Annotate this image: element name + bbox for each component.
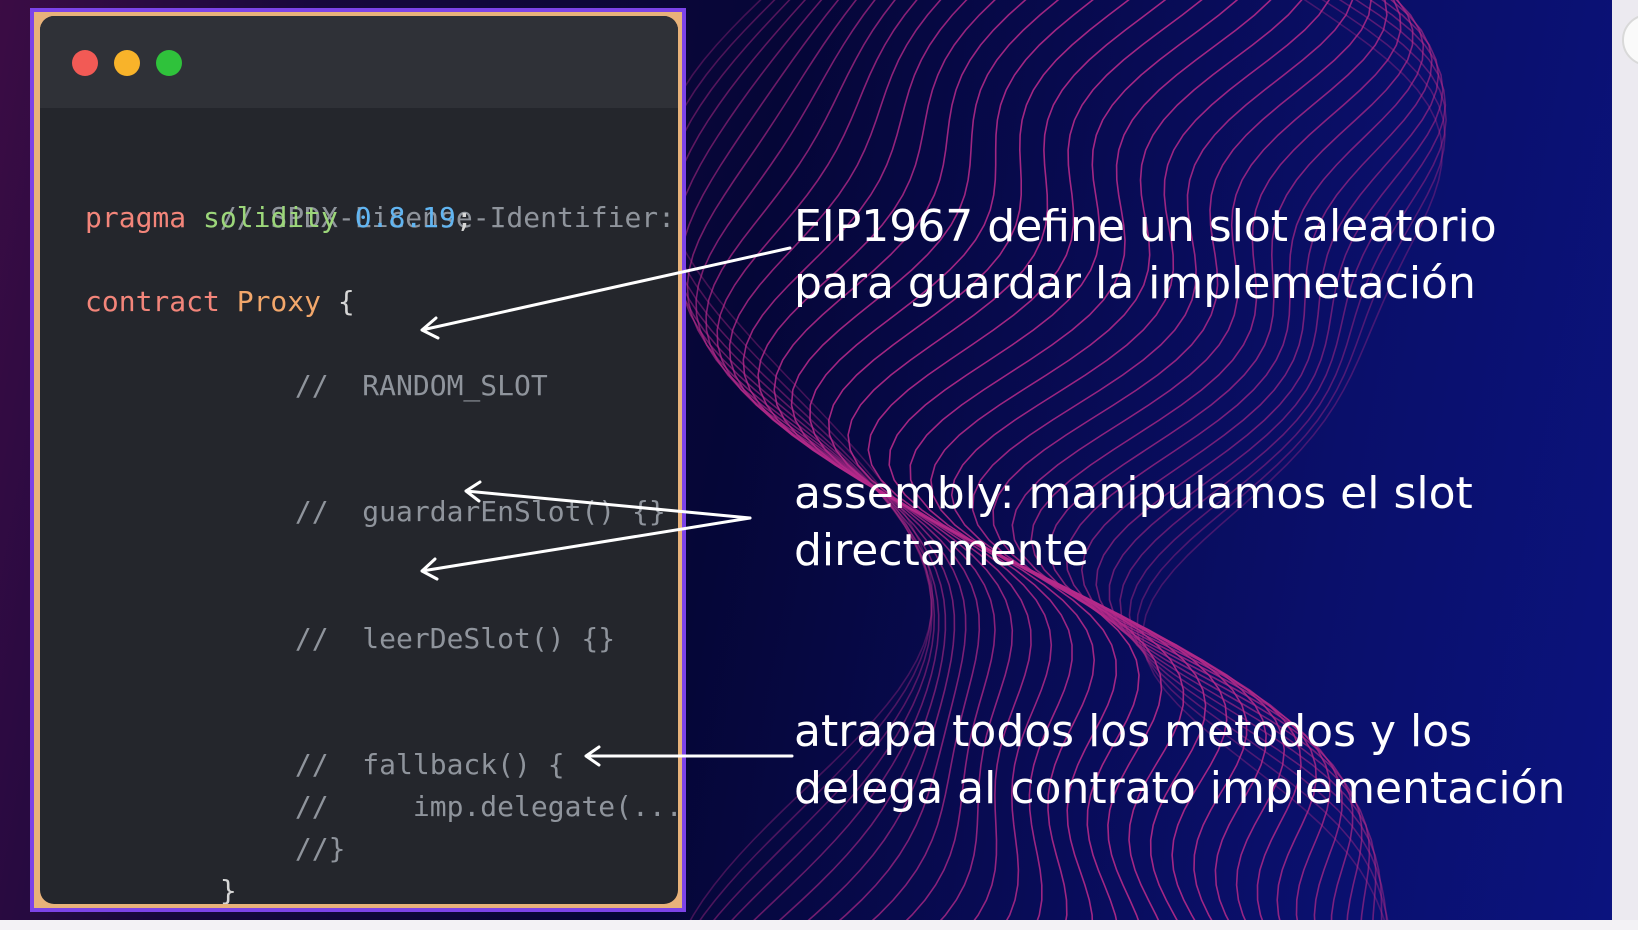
side-control-button[interactable]: [1622, 14, 1638, 66]
presentation-slide: // SPDX-License-Identifier: MIT pragma s…: [0, 0, 1612, 920]
arrow-random-slot: [420, 246, 792, 340]
annotation-eip1967-line-1: EIP1967 define un slot aleatorio: [794, 201, 1497, 252]
annotation-fallback-line-2: delega al contrato implementación: [794, 763, 1566, 814]
page-bottom-strip: [0, 920, 1638, 930]
arrow-guardar: [464, 480, 752, 520]
annotation-assembly-line-1: assembly: manipulamos el slot: [794, 468, 1473, 519]
annotation-fallback-line-1: atrapa todos los metodos y los: [794, 706, 1473, 757]
annotation-eip1967-line-2: para guardar la implemetación: [794, 258, 1476, 309]
arrow-delegate: [584, 745, 794, 767]
arrow-leer: [420, 516, 752, 581]
annotation-assembly: assembly: manipulamos el slot directamen…: [794, 465, 1612, 579]
annotation-eip1967: EIP1967 define un slot aleatorio para gu…: [794, 198, 1612, 312]
annotation-fallback: atrapa todos los metodos y los delega al…: [794, 703, 1612, 817]
annotation-assembly-line-2: directamente: [794, 525, 1089, 576]
